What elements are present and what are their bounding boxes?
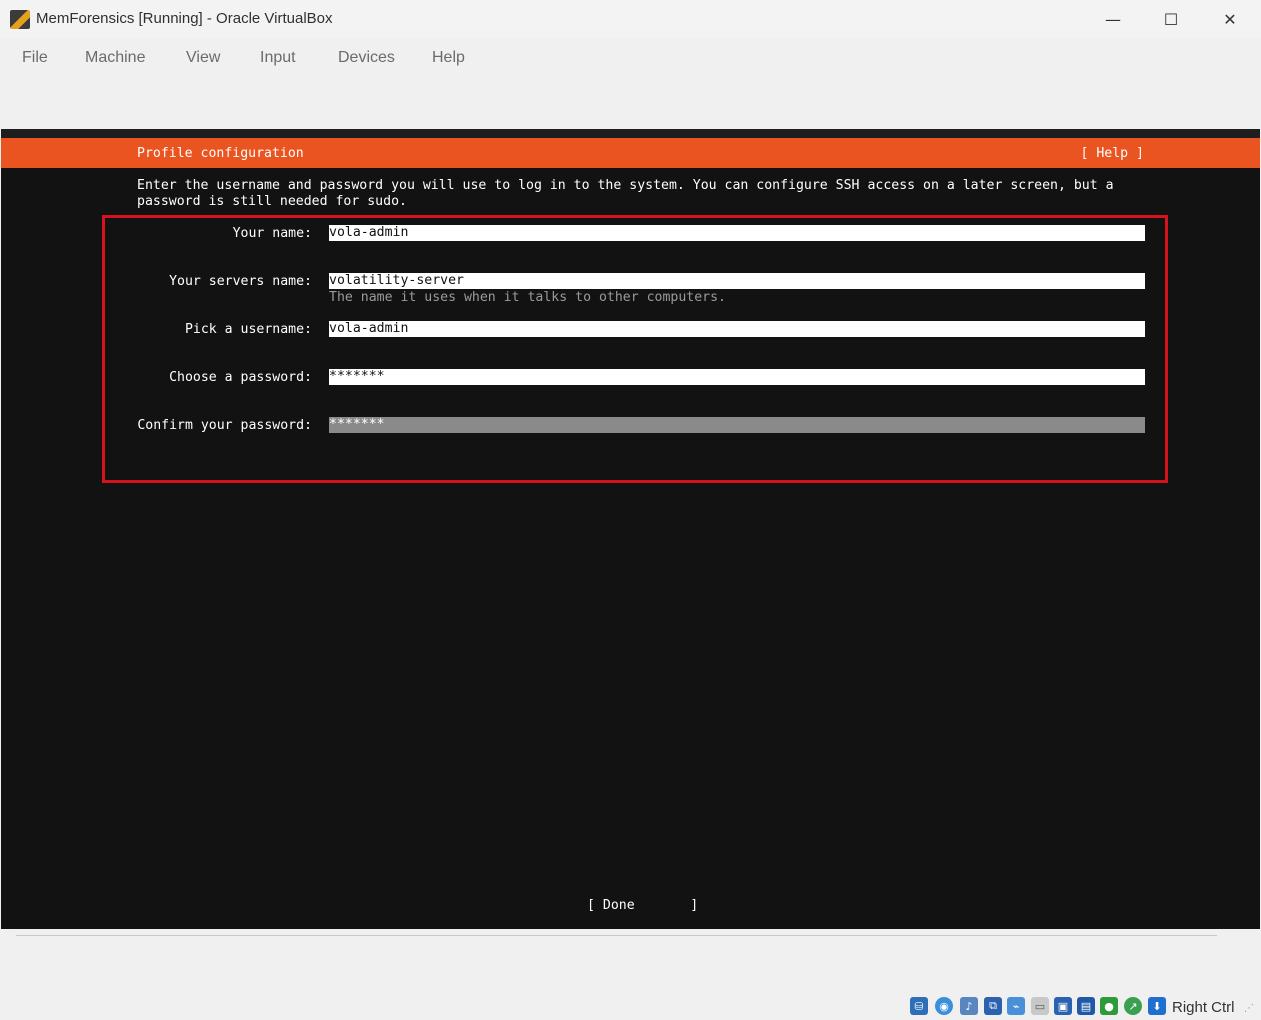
status-separator [16, 935, 1217, 936]
installer-header: Profile configuration [ Help ] [1, 138, 1260, 168]
audio-icon[interactable]: ♪ [960, 997, 978, 1015]
menu-bar: File Machine View Input Devices Help [0, 40, 1261, 76]
hard-disk-icon[interactable]: ⛁ [910, 997, 928, 1015]
menu-devices[interactable]: Devices [338, 49, 395, 67]
server-name-label: Your servers name: [169, 274, 312, 289]
optical-drive-icon[interactable]: ◉ [935, 997, 953, 1015]
username-input[interactable]: vola-admin [329, 321, 1145, 337]
maximize-button[interactable]: ☐ [1148, 6, 1194, 32]
title-bar: MemForensics [Running] - Oracle VirtualB… [0, 0, 1261, 38]
window-title: MemForensics [Running] - Oracle VirtualB… [36, 10, 333, 27]
menu-file[interactable]: File [22, 49, 48, 67]
usb-icon[interactable]: ⌁ [1007, 997, 1025, 1015]
intro-line-1: Enter the username and password you will… [137, 178, 1114, 193]
intro-text: Enter the username and password you will… [137, 178, 1114, 210]
your-name-input[interactable]: vola-admin [329, 225, 1145, 241]
vm-top-strip [1, 129, 1260, 138]
menu-input[interactable]: Input [260, 49, 296, 67]
password-label: Choose a password: [169, 370, 312, 385]
resize-grip-icon[interactable]: ⋰ [1244, 1003, 1254, 1014]
minimize-button[interactable]: — [1090, 6, 1136, 32]
vm-display[interactable]: Profile configuration [ Help ] Enter the… [1, 129, 1260, 929]
menu-machine[interactable]: Machine [85, 49, 145, 67]
password-input[interactable]: ******* [329, 369, 1145, 385]
mouse-integration-icon[interactable]: ↗ [1124, 997, 1142, 1015]
menu-help[interactable]: Help [432, 49, 465, 67]
your-name-label: Your name: [232, 226, 312, 241]
network-icon[interactable]: ⧉ [984, 997, 1002, 1015]
shared-folders-icon[interactable]: ▭ [1031, 997, 1049, 1015]
virtualbox-app-icon [10, 10, 30, 29]
display-icon[interactable]: ▣ [1054, 997, 1072, 1015]
close-button[interactable]: ✕ [1207, 6, 1253, 32]
server-name-input[interactable]: volatility-server [329, 273, 1145, 289]
confirm-password-label: Confirm your password: [137, 418, 312, 433]
menu-view[interactable]: View [186, 49, 220, 67]
form-highlight-box [102, 215, 1168, 483]
username-label: Pick a username: [184, 322, 312, 337]
done-button[interactable]: [ Done ] [587, 898, 698, 913]
video-capture-icon[interactable]: ▤ [1077, 997, 1095, 1015]
recording-icon[interactable]: ● [1100, 997, 1118, 1015]
confirm-password-input[interactable]: ******* [329, 417, 1145, 433]
host-key-label: Right Ctrl [1172, 999, 1235, 1016]
server-name-hint: The name it uses when it talks to other … [329, 290, 726, 305]
keyboard-capture-icon[interactable]: ⬇ [1148, 997, 1166, 1015]
installer-title: Profile configuration [137, 146, 304, 161]
intro-line-2: password is still needed for sudo. [137, 194, 407, 209]
help-button[interactable]: [ Help ] [1080, 146, 1144, 161]
status-bar: ⛁ ◉ ♪ ⧉ ⌁ ▭ ▣ ▤ ● ↗ ⬇ Right Ctrl [0, 992, 1261, 1020]
